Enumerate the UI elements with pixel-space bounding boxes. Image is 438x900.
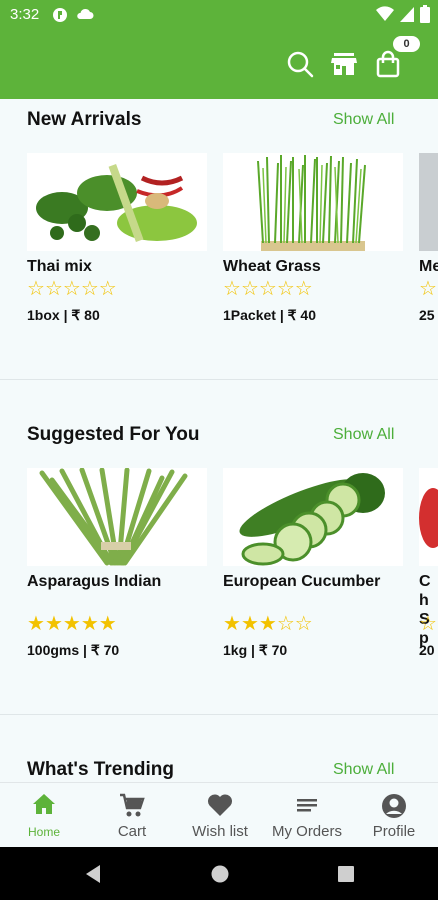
- rating-stars: ★ ★ ★ ★ ★: [27, 614, 117, 634]
- back-icon[interactable]: [84, 864, 102, 889]
- star-empty-icon: ☆: [258, 278, 277, 300]
- star-empty-icon: ☆: [62, 278, 81, 300]
- shopping-bag-icon[interactable]: [372, 48, 404, 80]
- show-all-link[interactable]: Show All: [333, 761, 394, 779]
- product-name: Wheat Grass: [223, 258, 321, 275]
- product-card[interactable]: Me: [419, 153, 438, 276]
- section-divider: [0, 714, 438, 715]
- nav-home[interactable]: Home: [0, 783, 88, 848]
- section-title: What's Trending: [27, 759, 175, 780]
- rating-stars: ☆☆☆☆☆: [223, 279, 313, 299]
- product-image-asparagus: [27, 468, 207, 566]
- star-empty-icon: ☆: [276, 613, 295, 635]
- nav-label: Home: [27, 825, 60, 839]
- product-name: Ch Sp: [419, 573, 431, 647]
- status-time: 3:32: [10, 6, 40, 23]
- product-image-partial: [419, 153, 438, 251]
- star-empty-icon: ☆: [80, 278, 99, 300]
- star-empty-icon: ☆: [294, 278, 313, 300]
- product-card[interactable]: Wheat Grass: [223, 153, 403, 276]
- product-price: 1box | ₹ 80: [27, 307, 100, 323]
- nav-wishlist[interactable]: Wish list: [176, 783, 264, 848]
- battery-icon: [420, 5, 430, 27]
- nav-label: Wish list: [192, 823, 248, 840]
- star-empty-icon: ☆: [98, 278, 117, 300]
- nav-label: Cart: [117, 823, 147, 840]
- home-circle-icon[interactable]: [210, 864, 230, 889]
- star-empty-icon: ☆: [240, 278, 259, 300]
- bottom-navigation: Home Cart Wish list My Orders Profile: [0, 782, 438, 847]
- product-image-cucumber: [223, 468, 403, 566]
- product-price: 20: [419, 642, 435, 658]
- search-icon[interactable]: [284, 48, 316, 80]
- cart-icon: [88, 793, 176, 819]
- product-price: 1Packet | ₹ 40: [223, 307, 316, 323]
- signal-icon: [400, 6, 414, 26]
- orders-icon: [263, 793, 351, 819]
- star-empty-icon: ☆: [44, 278, 63, 300]
- product-name: Me: [419, 258, 438, 275]
- section-divider: [0, 379, 438, 380]
- notification-icon: [52, 7, 68, 27]
- nav-profile[interactable]: Profile: [350, 783, 438, 848]
- product-price: 25: [419, 307, 435, 323]
- product-image-wheat-grass: [223, 153, 403, 251]
- star-empty-icon: ☆: [223, 278, 241, 300]
- product-card[interactable]: European Cucumber: [223, 468, 403, 591]
- star-filled-icon: ★: [80, 613, 99, 635]
- product-name: European Cucumber: [223, 573, 381, 590]
- product-price: 100gms | ₹ 70: [27, 642, 120, 658]
- product-name: Asparagus Indian: [27, 573, 162, 590]
- show-all-link[interactable]: Show All: [333, 426, 394, 444]
- home-icon: [0, 793, 88, 819]
- status-bar: 3:32: [0, 0, 438, 30]
- rating-stars: ☆☆☆☆☆: [419, 614, 438, 634]
- star-filled-icon: ★: [223, 613, 241, 635]
- cart-count-badge: 0: [393, 36, 420, 52]
- product-image-thai-mix: [27, 153, 207, 251]
- home-content[interactable]: New Arrivals Show All Thai mix ☆ ☆ ☆ ☆ ☆…: [0, 99, 438, 782]
- star-filled-icon: ★: [62, 613, 81, 635]
- product-name: Thai mix: [27, 258, 92, 275]
- cloud-icon: [76, 7, 94, 27]
- product-card[interactable]: Thai mix: [27, 153, 207, 276]
- star-filled-icon: ★: [27, 613, 45, 635]
- nav-orders[interactable]: My Orders: [263, 783, 351, 848]
- nav-label: Profile: [372, 823, 416, 840]
- rating-stars: ☆☆☆☆☆: [27, 279, 117, 299]
- section-title: Suggested For You: [27, 424, 200, 445]
- product-price: 1kg | ₹ 70: [223, 642, 288, 658]
- show-all-link[interactable]: Show All: [333, 111, 394, 129]
- star-filled-icon: ★: [240, 613, 259, 635]
- nav-label: My Orders: [271, 823, 342, 840]
- nav-cart[interactable]: Cart: [88, 783, 176, 848]
- product-image-partial: [419, 468, 438, 566]
- star-empty-icon: ☆: [419, 613, 437, 635]
- wifi-icon: [376, 6, 394, 26]
- profile-icon: [350, 793, 438, 819]
- store-icon[interactable]: [328, 48, 360, 80]
- system-navigation-bar: [0, 847, 438, 900]
- star-empty-icon: ☆: [294, 613, 313, 635]
- rating-stars: ☆☆☆☆☆: [419, 279, 438, 299]
- section-title: New Arrivals: [27, 109, 142, 130]
- star-empty-icon: ☆: [419, 278, 437, 300]
- product-card[interactable]: Asparagus Indian: [27, 468, 207, 591]
- star-filled-icon: ★: [258, 613, 277, 635]
- rating-stars: ★ ★ ★ ☆ ☆: [223, 614, 313, 634]
- heart-icon: [176, 793, 264, 819]
- app-bar: [0, 30, 438, 99]
- star-empty-icon: ☆: [27, 278, 45, 300]
- star-empty-icon: ☆: [276, 278, 295, 300]
- recents-icon[interactable]: [337, 865, 355, 888]
- star-filled-icon: ★: [98, 613, 117, 635]
- star-filled-icon: ★: [44, 613, 63, 635]
